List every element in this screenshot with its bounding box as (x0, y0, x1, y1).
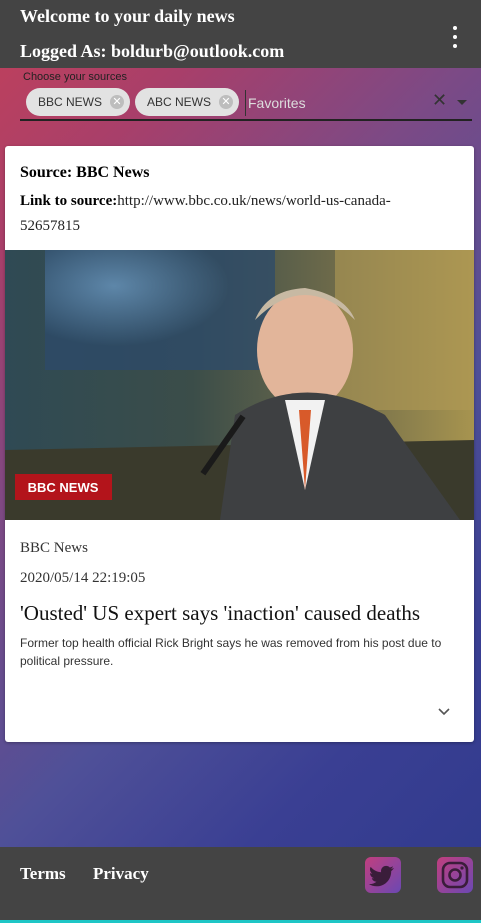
source-selector-label: Choose your sources (23, 71, 127, 83)
close-icon[interactable]: ✕ (432, 90, 447, 111)
logged-as-label: Logged As: (20, 41, 112, 61)
link-label: Link to source: (20, 193, 118, 209)
privacy-link[interactable]: Privacy (93, 864, 149, 884)
article-image: BBC NEWS (5, 250, 474, 520)
user-email: boldurb@outlook.com (111, 41, 285, 61)
more-vert-icon[interactable] (447, 26, 463, 48)
app-header: Welcome to your daily news Logged As: bo… (0, 0, 481, 68)
logged-as-text: Logged As: boldurb@outlook.com (20, 41, 284, 62)
article-date: 2020/05/14 22:19:05 (20, 570, 146, 586)
article-publisher: BBC News (20, 540, 88, 556)
chip-label: BBC NEWS (38, 95, 103, 109)
news-card: Source: BBC News Link to source:http://w… (5, 146, 474, 742)
app-footer: Terms Privacy (0, 847, 481, 923)
chip-remove-icon[interactable]: ✕ (110, 95, 124, 109)
welcome-text: Welcome to your daily news (20, 6, 235, 26)
source-selector: Choose your sources BBC NEWS ✕ ABC NEWS … (20, 68, 472, 122)
favorites-input[interactable] (245, 90, 430, 116)
article-headline[interactable]: 'Ousted' US expert says 'inaction' cause… (20, 601, 470, 626)
article-source: Source: BBC News (20, 164, 150, 181)
input-underline (20, 119, 472, 121)
chip-label: ABC NEWS (147, 95, 212, 109)
chip-bbc-news[interactable]: BBC NEWS ✕ (26, 88, 130, 116)
chip-remove-icon[interactable]: ✕ (219, 95, 233, 109)
terms-link[interactable]: Terms (20, 864, 66, 884)
article-link-row: Link to source:http://www.bbc.co.uk/news… (20, 189, 450, 239)
bbc-news-logo: BBC NEWS (28, 480, 99, 495)
caret-down-icon[interactable] (457, 100, 467, 105)
chip-abc-news[interactable]: ABC NEWS ✕ (135, 88, 239, 116)
chevron-down-icon[interactable] (437, 706, 451, 718)
instagram-icon[interactable] (437, 857, 473, 893)
article-summary: Former top health official Rick Bright s… (20, 636, 442, 668)
twitter-icon[interactable] (365, 857, 401, 893)
